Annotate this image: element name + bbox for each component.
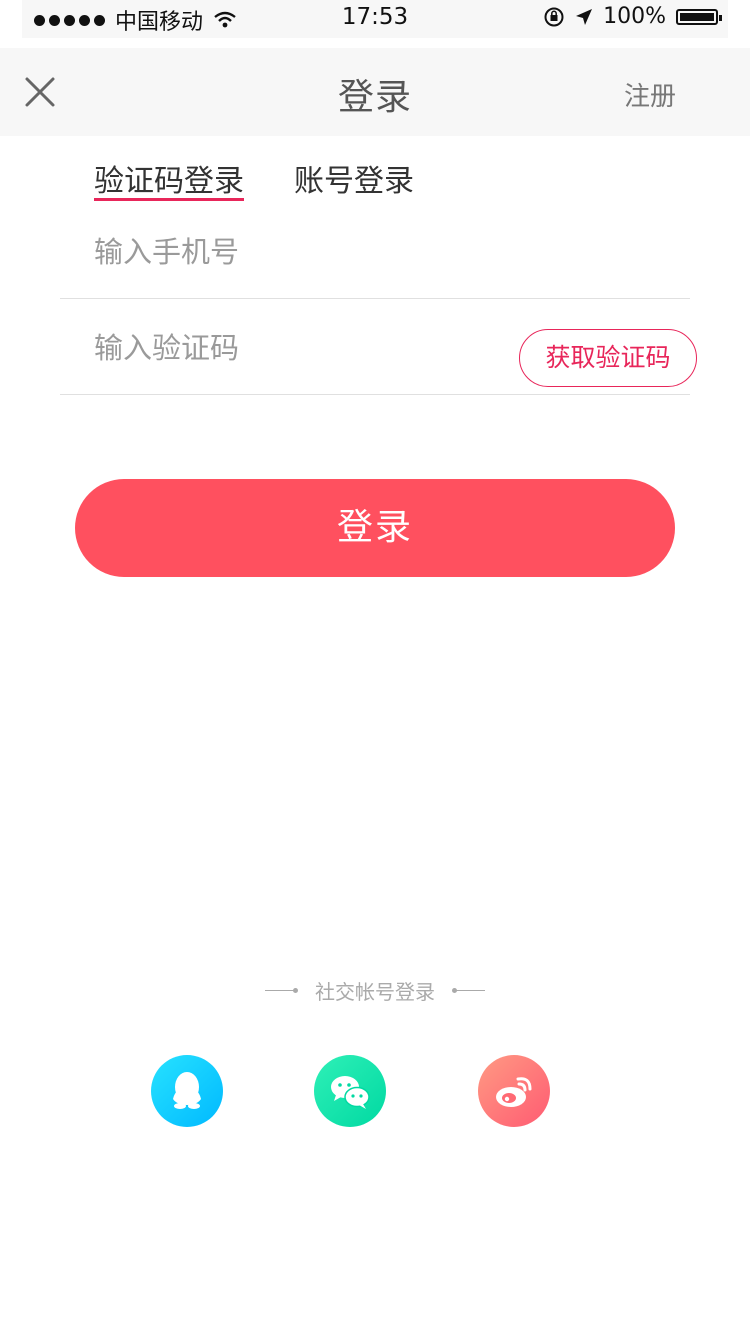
- get-code-button[interactable]: 获取验证码: [519, 329, 697, 387]
- wechat-icon: [331, 1076, 370, 1109]
- weibo-login-button[interactable]: [478, 1055, 550, 1127]
- tab-code-login[interactable]: 验证码登录: [94, 156, 244, 200]
- active-tab-indicator: [94, 198, 244, 201]
- qq-icon: [173, 1072, 201, 1109]
- phone-input[interactable]: [94, 230, 494, 274]
- battery-icon: [676, 8, 722, 25]
- orientation-lock-icon: [544, 7, 564, 26]
- divider-line-left: [264, 988, 298, 993]
- register-link[interactable]: 注册: [624, 76, 676, 113]
- divider-line-right: [452, 988, 486, 993]
- code-input[interactable]: [94, 326, 494, 370]
- nav-bar: 登录 注册: [0, 48, 750, 136]
- battery-percent: 100%: [603, 4, 666, 29]
- social-login-title: 社交帐号登录: [315, 980, 435, 1004]
- location-icon: [576, 8, 593, 25]
- status-right: 100%: [543, 4, 722, 29]
- status-bar: 中国移动 17:53 100%: [22, 0, 728, 38]
- phone-field-row: [60, 222, 690, 299]
- social-login-divider: 社交帐号登录: [0, 976, 750, 1005]
- tab-account-login[interactable]: 账号登录: [294, 156, 414, 200]
- weibo-icon: [496, 1077, 532, 1107]
- qq-login-button[interactable]: [151, 1055, 223, 1127]
- wechat-login-button[interactable]: [314, 1055, 386, 1127]
- login-button[interactable]: 登录: [75, 479, 675, 577]
